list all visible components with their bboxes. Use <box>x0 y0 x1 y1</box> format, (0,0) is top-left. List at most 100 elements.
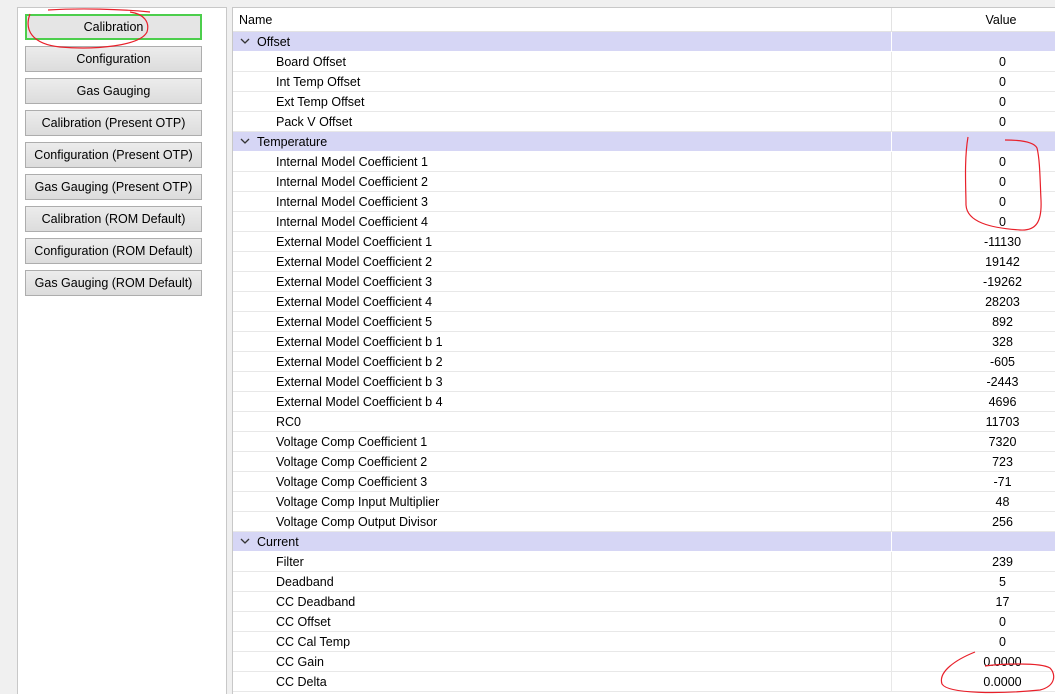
property-name: External Model Coefficient 5 <box>276 315 433 329</box>
property-value[interactable]: 0 <box>892 75 1055 89</box>
property-value[interactable]: 723 <box>892 455 1055 469</box>
property-value[interactable]: 0 <box>892 615 1055 629</box>
property-value[interactable]: 0 <box>892 635 1055 649</box>
property-row[interactable]: CC Offset 0 <box>233 612 1055 632</box>
nav-button-gas-gauging[interactable]: Gas Gauging <box>25 78 202 104</box>
property-row[interactable]: External Model Coefficient b 2 -605 <box>233 352 1055 372</box>
property-row[interactable]: External Model Coefficient 3 -19262 <box>233 272 1055 292</box>
property-row[interactable]: Internal Model Coefficient 3 0 <box>233 192 1055 212</box>
property-row[interactable]: CC Cal Temp 0 <box>233 632 1055 652</box>
property-row[interactable]: CC Gain 0.0000 <box>233 652 1055 672</box>
property-name: Voltage Comp Coefficient 1 <box>276 435 428 449</box>
property-row[interactable]: Voltage Comp Coefficient 3 -71 <box>233 472 1055 492</box>
property-value[interactable]: 0 <box>892 215 1055 229</box>
property-row[interactable]: Voltage Comp Input Multiplier 48 <box>233 492 1055 512</box>
property-value[interactable]: 0.0000 <box>892 675 1055 689</box>
category-temperature[interactable]: Temperature <box>233 132 1055 152</box>
chevron-down-icon[interactable] <box>239 535 251 547</box>
property-row[interactable]: External Model Coefficient 1 -11130 <box>233 232 1055 252</box>
property-name: Voltage Comp Output Divisor <box>276 515 438 529</box>
property-name: External Model Coefficient b 3 <box>276 375 443 389</box>
property-row[interactable]: Deadband 5 <box>233 572 1055 592</box>
column-header-value-cell[interactable]: Value <box>892 8 1055 32</box>
property-row[interactable]: Internal Model Coefficient 2 0 <box>233 172 1055 192</box>
property-value[interactable]: 48 <box>892 495 1055 509</box>
property-row[interactable]: External Model Coefficient b 1 328 <box>233 332 1055 352</box>
nav-button-configuration-present-otp[interactable]: Configuration (Present OTP) <box>25 142 202 168</box>
property-name: RC0 <box>276 415 302 429</box>
nav-button-configuration[interactable]: Configuration <box>25 46 202 72</box>
property-row[interactable]: External Model Coefficient 5 892 <box>233 312 1055 332</box>
property-row[interactable]: External Model Coefficient 4 28203 <box>233 292 1055 312</box>
property-row[interactable]: RC0 11703 <box>233 412 1055 432</box>
column-header-value: Value <box>985 13 1017 27</box>
property-value[interactable]: 19142 <box>892 255 1055 269</box>
column-header-name[interactable]: Name <box>239 13 272 27</box>
column-divider <box>891 532 892 552</box>
property-value[interactable]: 4696 <box>892 395 1055 409</box>
property-name: Voltage Comp Coefficient 2 <box>276 455 428 469</box>
property-row[interactable]: Pack V Offset 0 <box>233 112 1055 132</box>
property-value[interactable]: 5 <box>892 575 1055 589</box>
property-value[interactable]: 0 <box>892 55 1055 69</box>
property-name: Pack V Offset <box>276 115 353 129</box>
property-name: Board Offset <box>276 55 346 69</box>
property-name: Int Temp Offset <box>276 75 361 89</box>
property-value[interactable]: 0 <box>892 195 1055 209</box>
property-value[interactable]: 17 <box>892 595 1055 609</box>
property-row[interactable]: Voltage Comp Coefficient 2 723 <box>233 452 1055 472</box>
property-row[interactable]: Int Temp Offset 0 <box>233 72 1055 92</box>
column-divider <box>891 132 892 152</box>
property-row[interactable]: Voltage Comp Output Divisor 256 <box>233 512 1055 532</box>
property-value[interactable]: 0 <box>892 115 1055 129</box>
property-name: Internal Model Coefficient 2 <box>276 175 428 189</box>
property-value[interactable]: -2443 <box>892 375 1055 389</box>
property-value[interactable]: 0 <box>892 175 1055 189</box>
property-value[interactable]: 0 <box>892 95 1055 109</box>
property-grid: Name Value Offset Board Offset 0 Int Temp O… <box>232 7 1055 694</box>
property-row[interactable]: Board Offset 0 <box>233 52 1055 72</box>
property-name: Internal Model Coefficient 1 <box>276 155 428 169</box>
property-value[interactable]: 328 <box>892 335 1055 349</box>
property-value[interactable]: 7320 <box>892 435 1055 449</box>
app-window: Calibration Configuration Gas Gauging Calib… <box>0 0 1055 694</box>
property-name: Voltage Comp Input Multiplier <box>276 495 440 509</box>
property-value[interactable]: 0 <box>892 155 1055 169</box>
chevron-down-icon[interactable] <box>239 135 251 147</box>
category-label: Temperature <box>257 135 328 149</box>
nav-button-calibration-present-otp[interactable]: Calibration (Present OTP) <box>25 110 202 136</box>
property-value[interactable]: 0.0000 <box>892 655 1055 669</box>
property-value[interactable]: 28203 <box>892 295 1055 309</box>
property-value[interactable]: 239 <box>892 555 1055 569</box>
property-name: CC Offset <box>276 615 331 629</box>
nav-button-gas-gauging-present-otp[interactable]: Gas Gauging (Present OTP) <box>25 174 202 200</box>
property-row[interactable]: External Model Coefficient 2 19142 <box>233 252 1055 272</box>
property-row[interactable]: Filter 239 <box>233 552 1055 572</box>
property-value[interactable]: -11130 <box>892 235 1055 249</box>
grid-header: Name Value <box>233 8 1055 32</box>
property-value[interactable]: 256 <box>892 515 1055 529</box>
property-value[interactable]: 892 <box>892 315 1055 329</box>
nav-button-calibration-rom-default[interactable]: Calibration (ROM Default) <box>25 206 202 232</box>
chevron-down-icon[interactable] <box>239 35 251 47</box>
property-name: External Model Coefficient 4 <box>276 295 433 309</box>
property-value[interactable]: -19262 <box>892 275 1055 289</box>
property-row[interactable]: External Model Coefficient b 3 -2443 <box>233 372 1055 392</box>
property-row[interactable]: Internal Model Coefficient 1 0 <box>233 152 1055 172</box>
property-name: Filter <box>276 555 304 569</box>
category-offset[interactable]: Offset <box>233 32 1055 52</box>
nav-button-calibration[interactable]: Calibration <box>25 14 202 40</box>
property-value[interactable]: -71 <box>892 475 1055 489</box>
property-row[interactable]: CC Deadband 17 <box>233 592 1055 612</box>
nav-button-configuration-rom-default[interactable]: Configuration (ROM Default) <box>25 238 202 264</box>
property-row[interactable]: CC Delta 0.0000 <box>233 672 1055 692</box>
property-value[interactable]: -605 <box>892 355 1055 369</box>
category-current[interactable]: Current <box>233 532 1055 552</box>
property-name: External Model Coefficient 1 <box>276 235 433 249</box>
property-value[interactable]: 11703 <box>892 415 1055 429</box>
property-row[interactable]: Internal Model Coefficient 4 0 <box>233 212 1055 232</box>
property-row[interactable]: Voltage Comp Coefficient 1 7320 <box>233 432 1055 452</box>
property-row[interactable]: External Model Coefficient b 4 4696 <box>233 392 1055 412</box>
nav-button-gas-gauging-rom-default[interactable]: Gas Gauging (ROM Default) <box>25 270 202 296</box>
property-row[interactable]: Ext Temp Offset 0 <box>233 92 1055 112</box>
